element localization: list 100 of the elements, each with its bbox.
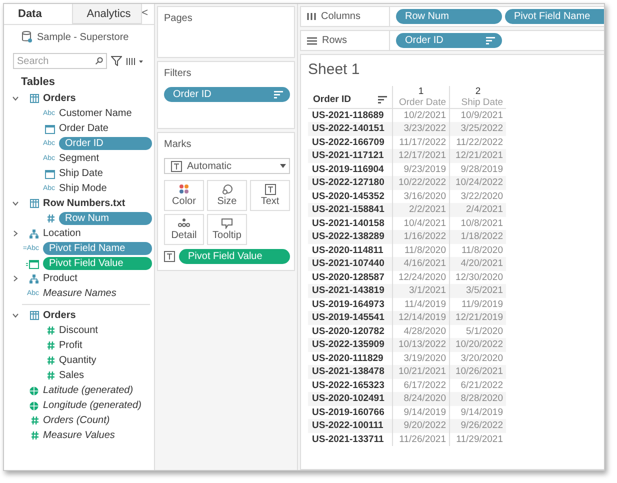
field-name[interactable]: Orders bbox=[43, 310, 76, 321]
size-circles-icon bbox=[222, 184, 232, 195]
hash-icon bbox=[47, 214, 55, 223]
row-header-cell: US-2022-140151 bbox=[308, 122, 392, 136]
pages-title: Pages bbox=[164, 12, 194, 26]
table-cell: 11/29/2021 bbox=[450, 432, 506, 446]
column-group-header: 2 bbox=[450, 86, 506, 97]
tooltip-icon bbox=[221, 218, 233, 229]
collapse-button[interactable]: < bbox=[142, 4, 154, 24]
row-header-cell: US-2022-100111 bbox=[308, 419, 392, 432]
table-icon bbox=[30, 199, 39, 208]
mark-type-dropdown[interactable]: Automatic bbox=[164, 158, 290, 174]
row-header-cell: US-2022-135909 bbox=[308, 338, 392, 352]
row-header-cell: US-2020-145352 bbox=[308, 190, 392, 203]
filters-title: Filters bbox=[164, 67, 192, 81]
globe-icon bbox=[29, 400, 39, 410]
search-field[interactable]: Search bbox=[13, 53, 107, 69]
field-name[interactable]: Segment bbox=[59, 153, 100, 164]
shelf-label: Rows bbox=[322, 35, 348, 46]
row-header-cell: US-2021-118689 bbox=[308, 108, 392, 122]
row-header-cell: US-2020-111829 bbox=[308, 352, 392, 365]
field-name[interactable]: Profit bbox=[59, 340, 82, 351]
tables-heading: Tables bbox=[20, 75, 56, 90]
sidebar-tab[interactable]: Analytics bbox=[72, 4, 142, 24]
mark-property-button[interactable]: Size bbox=[207, 180, 247, 211]
row-header-cell: US-2021-107440 bbox=[308, 257, 392, 270]
view-options-icon[interactable] bbox=[126, 56, 144, 66]
row-header-cell: US-2020-128587 bbox=[308, 270, 392, 284]
field-name[interactable]: Orders bbox=[43, 93, 76, 104]
field-name[interactable]: Row Numbers.txt bbox=[43, 198, 126, 209]
hash-icon bbox=[47, 356, 55, 365]
filter-icon[interactable] bbox=[111, 56, 122, 66]
field-name[interactable]: Orders (Count) bbox=[43, 415, 110, 426]
sort-icon[interactable] bbox=[378, 96, 387, 104]
shelf-label: Columns bbox=[321, 11, 360, 22]
calendar-icon bbox=[26, 258, 39, 268]
row-header-cell: US-2019-116904 bbox=[308, 162, 392, 176]
chevron-icon[interactable] bbox=[12, 230, 18, 237]
row-header-cell: US-2022-138289 bbox=[308, 230, 392, 244]
row-header-cell: US-2021-143819 bbox=[308, 284, 392, 298]
chevron-icon[interactable] bbox=[12, 275, 18, 282]
field-name[interactable]: Latitude (generated) bbox=[43, 385, 134, 396]
column-group-header: 1 bbox=[392, 86, 450, 97]
search-icon bbox=[95, 57, 103, 65]
detail-dots-icon bbox=[178, 218, 190, 228]
field-name[interactable]: Discount bbox=[59, 325, 98, 336]
row-header-cell: US-2021-117121 bbox=[308, 149, 392, 162]
hash-icon bbox=[47, 371, 55, 380]
field-name[interactable]: Ship Date bbox=[59, 168, 103, 179]
row-header-cell: US-2020-120782 bbox=[308, 324, 392, 338]
field-name[interactable]: Longitude (generated) bbox=[43, 400, 142, 411]
chevron-icon[interactable] bbox=[12, 95, 18, 102]
mark-property-button[interactable]: Tooltip bbox=[207, 214, 247, 245]
marks-title: Marks bbox=[164, 138, 192, 152]
mark-property-button[interactable]: Color bbox=[164, 180, 204, 211]
field-name[interactable]: Location bbox=[43, 228, 81, 239]
caret-icon bbox=[280, 164, 286, 168]
row-header-cell: US-2020-102491 bbox=[308, 392, 392, 406]
chevron-icon[interactable] bbox=[12, 200, 18, 207]
field-name[interactable]: Customer Name bbox=[59, 108, 132, 119]
color-dots-icon bbox=[179, 184, 189, 194]
text-icon bbox=[171, 160, 182, 172]
field-name[interactable]: Order Date bbox=[59, 123, 108, 134]
columns-icon bbox=[307, 12, 316, 21]
row-header-cell: US-2022-166709 bbox=[308, 136, 392, 149]
field-name[interactable]: Sales bbox=[59, 370, 84, 381]
table-icon bbox=[30, 94, 39, 103]
row-header-cell: US-2021-133711 bbox=[308, 432, 392, 446]
chevron-icon[interactable] bbox=[12, 312, 18, 319]
text-icon bbox=[164, 251, 175, 262]
calendar-icon bbox=[45, 168, 55, 178]
column-header[interactable]: Order ID bbox=[313, 94, 352, 105]
field-name[interactable]: Ship Mode bbox=[59, 183, 107, 194]
hierarchy-icon bbox=[29, 274, 39, 284]
hash-icon bbox=[47, 341, 55, 350]
sort-icon[interactable] bbox=[274, 90, 283, 98]
sort-icon[interactable] bbox=[486, 36, 495, 44]
hash-icon bbox=[47, 326, 55, 335]
row-header-cell: US-2021-158841 bbox=[308, 203, 392, 216]
row-header-cell: US-2021-138478 bbox=[308, 365, 392, 378]
hash-icon bbox=[31, 431, 39, 440]
sheet-title: Sheet 1 bbox=[308, 61, 361, 78]
field-name[interactable]: Measure Values bbox=[43, 430, 115, 441]
field-name[interactable]: Product bbox=[43, 273, 78, 284]
table-cell: 11/26/2021 bbox=[392, 432, 450, 446]
data-source-name[interactable]: Sample - Superstore bbox=[37, 32, 129, 42]
hash-icon bbox=[31, 416, 39, 425]
row-header-cell: US-2019-145541 bbox=[308, 311, 392, 324]
hierarchy-icon bbox=[29, 228, 39, 238]
row-header-cell: US-2019-164973 bbox=[308, 298, 392, 311]
field-name[interactable]: Quantity bbox=[59, 355, 96, 366]
field-name[interactable]: Measure Names bbox=[43, 288, 116, 299]
row-header-cell: US-2022-127180 bbox=[308, 176, 392, 190]
row-header-cell: US-2021-140158 bbox=[308, 216, 392, 230]
row-header-cell: US-2022-165323 bbox=[308, 378, 392, 392]
mark-property-button[interactable]: Text bbox=[250, 180, 290, 211]
globe-icon bbox=[29, 386, 39, 396]
mark-property-button[interactable]: Detail bbox=[164, 214, 204, 245]
text-icon bbox=[264, 184, 276, 195]
row-header-cell: US-2019-160766 bbox=[308, 406, 392, 419]
